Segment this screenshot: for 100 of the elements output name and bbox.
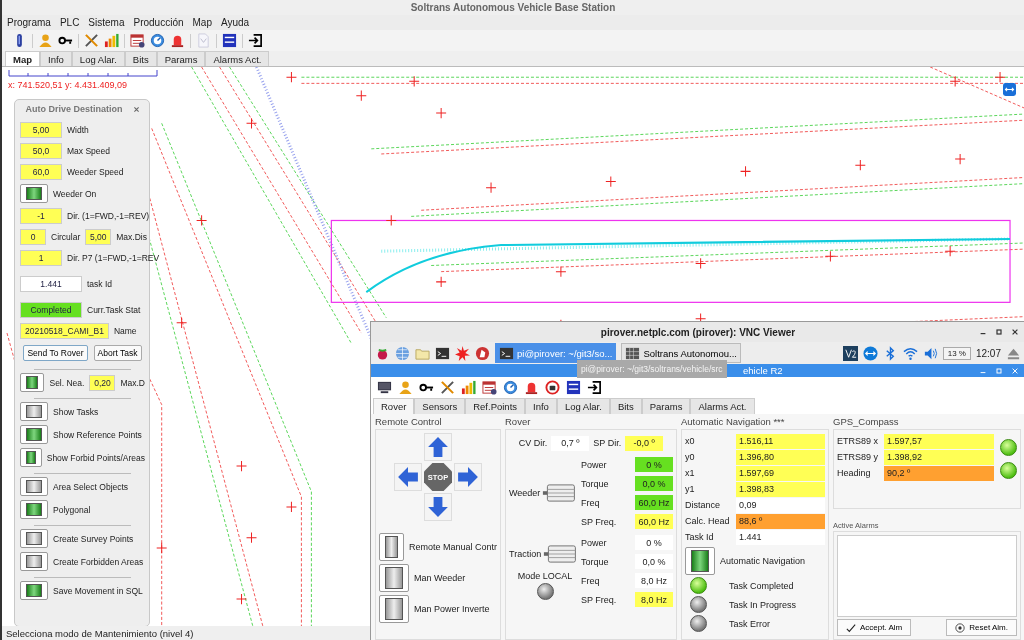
- value-field[interactable]: 0: [20, 228, 46, 245]
- toggle-switch[interactable]: [20, 184, 48, 203]
- close-icon[interactable]: [1011, 328, 1019, 336]
- toggle-switch[interactable]: [20, 500, 48, 519]
- tools-icon[interactable]: [84, 33, 99, 48]
- field-label: Heading: [837, 468, 872, 478]
- toggle-label: Save Movement in SQL: [53, 585, 143, 596]
- toggle-label: Polygonal: [53, 504, 91, 515]
- tools-icon[interactable]: [440, 380, 455, 395]
- gauge-icon[interactable]: [150, 33, 165, 48]
- reset-alarm-button[interactable]: Reset Alm.: [946, 619, 1017, 636]
- panel-title: Auto Drive Destination: [25, 104, 123, 114]
- arrows-icon[interactable]: [1003, 83, 1016, 96]
- left-arrow-button[interactable]: [394, 463, 422, 491]
- window-title: Soltrans Autonomous Vehicle Base Station: [410, 2, 616, 13]
- siren-icon[interactable]: [524, 380, 539, 395]
- menu-item[interactable]: Sistema: [88, 17, 125, 28]
- close-icon[interactable]: [132, 105, 140, 113]
- toggle-label: Automatic Navigation: [720, 555, 806, 566]
- exit-icon[interactable]: [587, 380, 602, 395]
- menu-item[interactable]: Producción: [133, 17, 184, 28]
- maximize-icon[interactable]: [995, 328, 1003, 336]
- value-field[interactable]: 1: [20, 249, 62, 266]
- wifi-icon[interactable]: [902, 345, 918, 361]
- value-field[interactable]: 20210518_CAMI_B1: [20, 322, 109, 339]
- action-button[interactable]: Abort Task: [93, 345, 142, 361]
- gauge-icon[interactable]: [503, 380, 518, 395]
- value-field[interactable]: -0,0 º: [625, 435, 664, 451]
- calendar-icon[interactable]: [130, 33, 145, 48]
- logo-icon[interactable]: [222, 33, 237, 48]
- starburst-icon[interactable]: [455, 345, 470, 361]
- tab[interactable]: Log Alar.: [71, 51, 125, 66]
- tab[interactable]: Params: [156, 51, 206, 66]
- value-field[interactable]: 1.597,57: [884, 433, 994, 449]
- exit-icon[interactable]: [248, 33, 263, 48]
- menu-item[interactable]: Programa: [7, 17, 51, 28]
- scale-bar-icon: [8, 69, 158, 77]
- round-logo-icon[interactable]: [475, 345, 490, 361]
- value-field[interactable]: 5,00: [20, 121, 62, 138]
- toggle-switch[interactable]: [20, 373, 45, 392]
- toggle-switch[interactable]: [20, 581, 48, 600]
- monitor-icon[interactable]: [377, 380, 392, 395]
- menu-item[interactable]: Ayuda: [220, 17, 250, 28]
- toggle-label: Show Reference Points: [53, 429, 142, 440]
- value-field[interactable]: 1.398,92: [884, 449, 994, 465]
- right-arrow-button[interactable]: [454, 463, 482, 491]
- value-field[interactable]: -1: [20, 207, 62, 224]
- value-field[interactable]: Completed: [20, 301, 82, 318]
- tab[interactable]: Info: [40, 51, 72, 66]
- toggle-switch[interactable]: [20, 448, 42, 467]
- value-field: 88,6 º: [736, 513, 825, 529]
- bar-chart-icon[interactable]: [461, 380, 476, 395]
- toggle-switch[interactable]: [379, 563, 409, 592]
- value-field[interactable]: 8,0 Hz: [635, 592, 673, 607]
- toggle-switch[interactable]: [20, 552, 48, 571]
- logo-icon[interactable]: [566, 380, 581, 395]
- taskbar-app-button[interactable]: Soltrans Autonomou...: [621, 343, 741, 363]
- value-field[interactable]: 1.398,83: [736, 481, 825, 497]
- tab[interactable]: Log Alar.: [556, 398, 610, 414]
- tab[interactable]: Alarms Act.: [690, 398, 755, 414]
- tab[interactable]: Rover: [373, 398, 415, 414]
- down-arrow-button[interactable]: [424, 493, 452, 521]
- value-field[interactable]: 5,00: [85, 228, 112, 245]
- tab[interactable]: Bits: [124, 51, 157, 66]
- value-field[interactable]: 1.597,69: [736, 465, 825, 481]
- toggle-switch[interactable]: [20, 402, 48, 421]
- tab[interactable]: Params: [641, 398, 691, 414]
- accept-alarm-button[interactable]: Accept. Alm: [837, 619, 912, 636]
- tab[interactable]: Map: [5, 51, 40, 66]
- calendar-icon[interactable]: [482, 380, 497, 395]
- section-title: Remote Control: [375, 416, 443, 429]
- square-logo-icon[interactable]: [842, 345, 858, 361]
- tab[interactable]: Ref.Points: [465, 398, 526, 414]
- value-field[interactable]: 60,0: [20, 163, 62, 180]
- tab[interactable]: Info: [525, 398, 557, 414]
- value-field[interactable]: 1.396,80: [736, 449, 825, 465]
- menu-item[interactable]: Map: [192, 17, 212, 28]
- toggle-switch[interactable]: [20, 425, 48, 444]
- tab[interactable]: Sensors: [414, 398, 466, 414]
- value-field[interactable]: 1.516,11: [736, 433, 825, 449]
- tab[interactable]: Alarms Act.: [205, 51, 270, 66]
- bar-chart-icon[interactable]: [104, 33, 119, 48]
- tab[interactable]: Bits: [609, 398, 642, 414]
- siren-icon[interactable]: [170, 33, 185, 48]
- value-field[interactable]: 0,20: [89, 374, 116, 391]
- toggle-switch[interactable]: [379, 594, 409, 623]
- value-field[interactable]: 1.441: [20, 275, 82, 292]
- toggle-switch[interactable]: [379, 532, 404, 561]
- value-field[interactable]: 50,0: [20, 142, 62, 159]
- action-button[interactable]: Send To Rover: [23, 345, 88, 361]
- toggle-switch[interactable]: [20, 477, 48, 496]
- up-arrow-button[interactable]: [424, 433, 452, 461]
- clock: 12:07: [975, 347, 1001, 359]
- value-field[interactable]: 60,0 Hz: [635, 514, 673, 529]
- prohibition-icon[interactable]: [545, 380, 560, 395]
- menu-item[interactable]: PLC: [59, 17, 80, 28]
- value-field: 8,0 Hz: [635, 573, 673, 588]
- toggle-switch[interactable]: [685, 546, 715, 575]
- toggle-switch[interactable]: [20, 529, 48, 548]
- terminal-icon[interactable]: [435, 345, 450, 361]
